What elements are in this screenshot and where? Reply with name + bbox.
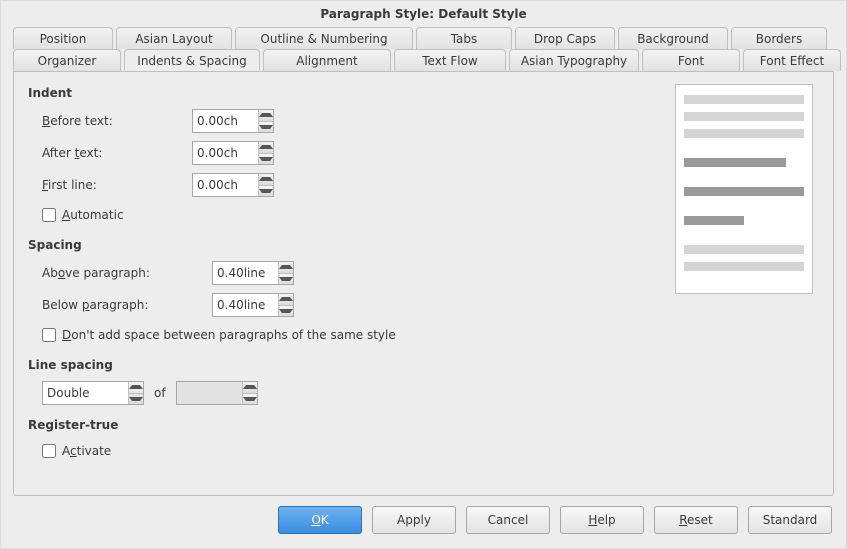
input-line-spacing-of (177, 382, 242, 404)
spin-above-paragraph[interactable] (212, 261, 294, 285)
dialog-window: Paragraph Style: Default Style Position … (0, 0, 847, 549)
arrow-down-icon[interactable] (129, 393, 143, 405)
help-button[interactable]: Help (560, 506, 644, 534)
arrow-up-icon[interactable] (259, 142, 273, 153)
spin-line-spacing-of (176, 381, 258, 405)
arrow-down-icon[interactable] (259, 153, 273, 165)
label-before-text: Before text: (28, 114, 192, 128)
tab-alignment[interactable]: Alignment (263, 49, 391, 71)
arrow-down-icon (243, 393, 257, 405)
checkbox-same-style-box[interactable] (42, 328, 56, 342)
spin-below-paragraph[interactable] (212, 293, 294, 317)
input-after-text[interactable] (193, 142, 258, 164)
tab-page: Indent Before text: After text: First li… (13, 71, 834, 496)
spin-after-text[interactable] (192, 141, 274, 165)
combo-line-spacing[interactable]: Double (42, 381, 144, 405)
apply-button[interactable]: Apply (372, 506, 456, 534)
spin-first-line[interactable] (192, 173, 274, 197)
spin-arrows[interactable] (278, 294, 293, 316)
tab-background[interactable]: Background (618, 27, 728, 49)
tab-organizer[interactable]: Organizer (13, 49, 121, 71)
tab-asian-typography[interactable]: Asian Typography (509, 49, 639, 71)
label-after-text: After text: (28, 146, 192, 160)
checkbox-same-style[interactable]: Don't add space between paragraphs of th… (28, 324, 819, 346)
tab-borders[interactable]: Borders (731, 27, 827, 49)
checkbox-same-style-label: Don't add space between paragraphs of th… (62, 328, 396, 342)
label-first-line: First line: (28, 178, 192, 192)
cancel-button[interactable]: Cancel (466, 506, 550, 534)
tab-indents-spacing[interactable]: Indents & Spacing (124, 49, 260, 71)
arrow-down-icon[interactable] (259, 121, 273, 133)
standard-button[interactable]: Standard (748, 506, 832, 534)
checkbox-activate-box[interactable] (42, 444, 56, 458)
checkbox-activate[interactable]: Activate (28, 440, 819, 462)
tab-font[interactable]: Font (642, 49, 740, 71)
tab-outline-numbering[interactable]: Outline & Numbering (235, 27, 413, 49)
tab-position[interactable]: Position (13, 27, 113, 49)
input-above-paragraph[interactable] (213, 262, 278, 284)
tab-text-flow[interactable]: Text Flow (394, 49, 506, 71)
checkbox-automatic-label: Automatic (62, 208, 124, 222)
section-line-spacing: Line spacing (28, 358, 819, 372)
label-below-paragraph: Below paragraph: (28, 298, 212, 312)
spin-arrows[interactable] (258, 142, 273, 164)
arrow-up-icon[interactable] (129, 382, 143, 393)
paragraph-preview (675, 84, 813, 294)
spin-arrows (242, 382, 257, 404)
spin-arrows[interactable] (258, 110, 273, 132)
reset-button[interactable]: Reset (654, 506, 738, 534)
checkbox-automatic-box[interactable] (42, 208, 56, 222)
tab-tabs[interactable]: Tabs (416, 27, 512, 49)
tab-drop-caps[interactable]: Drop Caps (515, 27, 615, 49)
arrow-up-icon (243, 382, 257, 393)
label-above-paragraph: Above paragraph: (28, 266, 212, 280)
checkbox-activate-label: Activate (62, 444, 111, 458)
input-below-paragraph[interactable] (213, 294, 278, 316)
arrow-up-icon[interactable] (259, 110, 273, 121)
tab-font-effect[interactable]: Font Effect (743, 49, 841, 71)
input-first-line[interactable] (193, 174, 258, 196)
spin-before-text[interactable] (192, 109, 274, 133)
ok-button[interactable]: OK (278, 506, 362, 534)
arrow-down-icon[interactable] (279, 273, 293, 285)
tab-strip: Position Asian Layout Outline & Numberin… (1, 27, 846, 71)
input-before-text[interactable] (193, 110, 258, 132)
arrow-down-icon[interactable] (259, 185, 273, 197)
label-of: of (154, 386, 166, 400)
section-register-true: Register-true (28, 418, 819, 432)
combo-arrows[interactable] (128, 382, 143, 404)
button-bar: OK Apply Cancel Help Reset Standard (1, 496, 846, 548)
tab-asian-layout[interactable]: Asian Layout (116, 27, 232, 49)
dialog-title: Paragraph Style: Default Style (1, 1, 846, 27)
arrow-down-icon[interactable] (279, 305, 293, 317)
spin-arrows[interactable] (278, 262, 293, 284)
spin-arrows[interactable] (258, 174, 273, 196)
arrow-up-icon[interactable] (259, 174, 273, 185)
arrow-up-icon[interactable] (279, 294, 293, 305)
arrow-up-icon[interactable] (279, 262, 293, 273)
combo-line-spacing-value: Double (43, 382, 128, 404)
